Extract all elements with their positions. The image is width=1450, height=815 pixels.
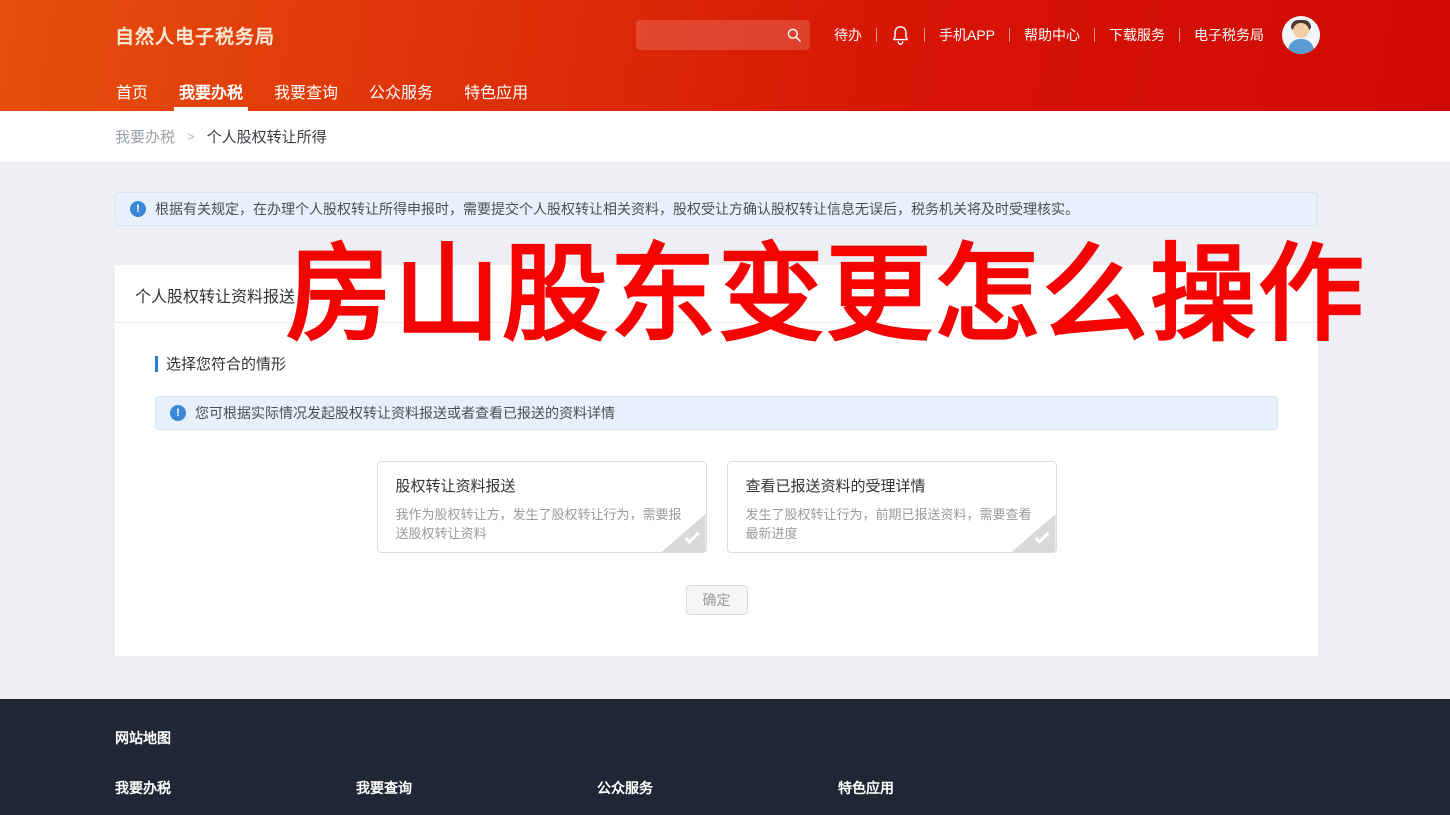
avatar-face xyxy=(1293,23,1309,38)
section-title: 选择您符合的情形 xyxy=(166,353,286,374)
etax-bureau-link[interactable]: 电子税务局 xyxy=(1194,25,1264,45)
avatar-shirt xyxy=(1288,39,1314,54)
sitemap-title: 网站地图 xyxy=(115,728,1450,748)
header-search[interactable] xyxy=(636,20,810,50)
main-nav: 首页 我要办税 我要查询 公众服务 特色应用 xyxy=(0,70,1450,111)
option-title: 股权转让资料报送 xyxy=(396,475,688,496)
footer-col-header[interactable]: 我要查询 xyxy=(356,778,597,798)
section-accent-bar xyxy=(155,356,158,372)
button-row: 确定 xyxy=(115,585,1318,615)
tab-featured-apps[interactable]: 特色应用 xyxy=(463,70,529,111)
divider xyxy=(1009,28,1010,42)
info-icon: ! xyxy=(130,201,146,217)
tab-home[interactable]: 首页 xyxy=(115,70,149,111)
tip-text: 您可根据实际情况发起股权转让资料报送或者查看已报送的资料详情 xyxy=(195,403,615,423)
divider xyxy=(1179,28,1180,42)
footer-col-header[interactable]: 我要办税 xyxy=(115,778,356,798)
option-card-view-progress[interactable]: 查看已报送资料的受理详情 发生了股权转让行为，前期已报送资料，需要查看最新进度 xyxy=(727,461,1057,553)
report-panel: 个人股权转让资料报送 选择您符合的情形 ! 您可根据实际情况发起股权转让资料报送… xyxy=(115,265,1318,656)
breadcrumb-parent[interactable]: 我要办税 xyxy=(115,126,175,147)
search-icon[interactable] xyxy=(786,27,802,43)
sitemap-columns: 我要办税 专项附加扣除填报 我要查询 申报信息查询 公众服务 票证查验 特色应用 xyxy=(115,778,1450,815)
breadcrumb-separator-icon: > xyxy=(187,129,195,144)
todo-link[interactable]: 待办 xyxy=(834,25,862,45)
divider xyxy=(924,28,925,42)
user-avatar[interactable] xyxy=(1282,16,1320,54)
divider xyxy=(1094,28,1095,42)
download-service-link[interactable]: 下载服务 xyxy=(1109,25,1165,45)
section-heading: 选择您符合的情形 xyxy=(155,353,1318,374)
info-icon: ! xyxy=(170,405,186,421)
divider xyxy=(876,28,877,42)
footer-col-header[interactable]: 公众服务 xyxy=(597,778,838,798)
option-description: 我作为股权转让方，发生了股权转让行为，需要报送股权转让资料 xyxy=(396,505,688,543)
option-cards-row: 股权转让资料报送 我作为股权转让方，发生了股权转让行为，需要报送股权转让资料 查… xyxy=(115,461,1318,553)
footer-col-header[interactable]: 特色应用 xyxy=(838,778,1079,798)
mobile-app-link[interactable]: 手机APP xyxy=(939,25,995,45)
tab-inquiry[interactable]: 我要查询 xyxy=(273,70,339,111)
divider xyxy=(115,322,1318,323)
notice-text: 根据有关规定，在办理个人股权转让所得申报时，需要提交个人股权转让相关资料，股权受… xyxy=(155,199,1079,219)
confirm-button[interactable]: 确定 xyxy=(686,585,748,615)
footer-col-public-service: 公众服务 票证查验 xyxy=(597,778,838,815)
breadcrumb: 我要办税 > 个人股权转让所得 xyxy=(0,111,1450,163)
notification-bell-icon[interactable] xyxy=(891,25,910,45)
tab-public-service[interactable]: 公众服务 xyxy=(368,70,434,111)
help-center-link[interactable]: 帮助中心 xyxy=(1024,25,1080,45)
search-input[interactable] xyxy=(646,28,786,43)
footer-col-inquiry: 我要查询 申报信息查询 xyxy=(356,778,597,815)
header-quick-links: 待办 手机APP 帮助中心 下载服务 电子税务局 xyxy=(834,25,1264,45)
option-description: 发生了股权转让行为，前期已报送资料，需要查看最新进度 xyxy=(746,505,1038,543)
page-notice-banner: ! 根据有关规定，在办理个人股权转让所得申报时，需要提交个人股权转让相关资料，股… xyxy=(115,192,1318,226)
option-card-submit-materials[interactable]: 股权转让资料报送 我作为股权转让方，发生了股权转让行为，需要报送股权转让资料 xyxy=(377,461,707,553)
section-tip-banner: ! 您可根据实际情况发起股权转让资料报送或者查看已报送的资料详情 xyxy=(155,396,1278,430)
main-content: ! 根据有关规定，在办理个人股权转让所得申报时，需要提交个人股权转让相关资料，股… xyxy=(115,192,1318,656)
tab-tax-handling[interactable]: 我要办税 xyxy=(178,70,244,111)
panel-title: 个人股权转让资料报送 xyxy=(115,265,1318,322)
footer-col-tax-handling: 我要办税 专项附加扣除填报 xyxy=(115,778,356,815)
option-title: 查看已报送资料的受理详情 xyxy=(746,475,1038,496)
app-header: 自然人电子税务局 待办 手机APP 帮助中心 下载服务 电子税务局 xyxy=(0,0,1450,111)
site-logo: 自然人电子税务局 xyxy=(115,22,275,49)
site-footer: 网站地图 我要办税 专项附加扣除填报 我要查询 申报信息查询 公众服务 票证查验… xyxy=(0,699,1450,815)
footer-col-featured-apps: 特色应用 xyxy=(838,778,1079,815)
breadcrumb-current: 个人股权转让所得 xyxy=(207,126,327,147)
header-top-row: 自然人电子税务局 待办 手机APP 帮助中心 下载服务 电子税务局 xyxy=(0,0,1450,70)
